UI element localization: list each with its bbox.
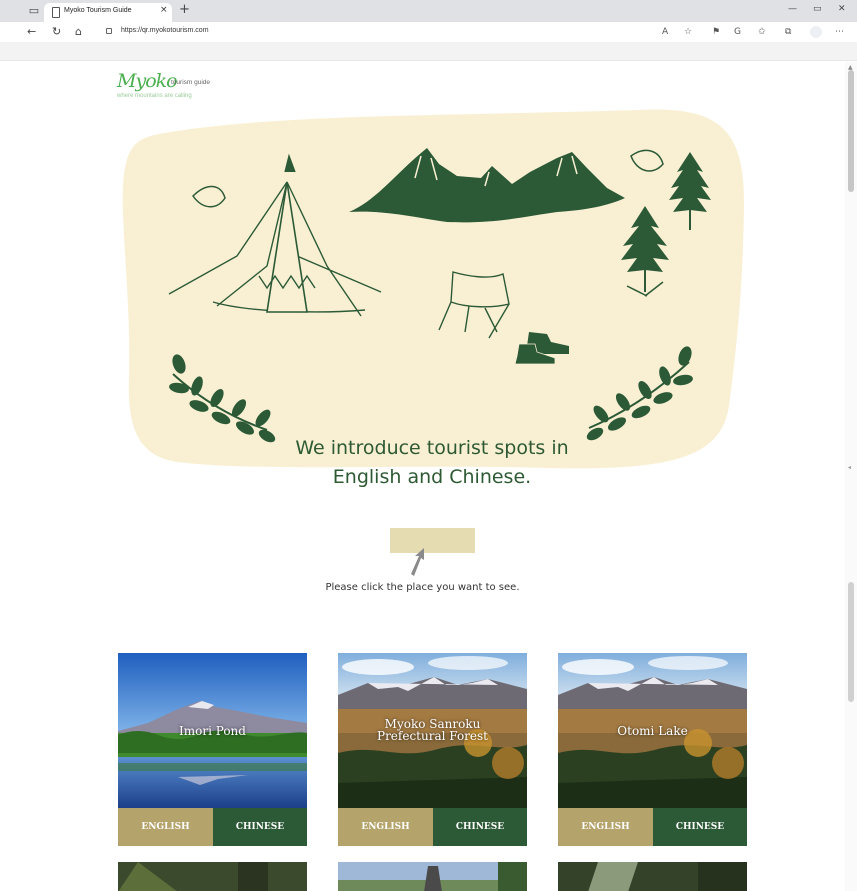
flag-icon[interactable]: ⚑	[712, 26, 720, 38]
profile-avatar[interactable]	[810, 26, 822, 38]
read-aloud-icon[interactable]: A	[662, 26, 668, 38]
scroll-thumb[interactable]	[848, 70, 854, 192]
restore-button[interactable]: ▭	[813, 4, 822, 14]
more-options-icon[interactable]: ⋯	[835, 26, 844, 38]
spot-card-row2-1[interactable]	[118, 862, 307, 891]
spot-card-row2-2[interactable]	[338, 862, 527, 891]
card-title-line: Imori Pond	[179, 724, 246, 738]
card-title-line: Otomi Lake	[617, 724, 688, 738]
english-button[interactable]: ENGLISH	[558, 808, 653, 846]
instruction-text: Please click the place you want to see.	[325, 582, 520, 593]
g-extension-icon[interactable]: G	[734, 26, 741, 38]
hero-headline: We introduce tourist spots in English an…	[117, 434, 747, 492]
site-logo[interactable]: Myoko tourism guide where mountains are …	[117, 70, 237, 100]
tab-title: Myoko Tourism Guide	[64, 7, 132, 14]
home-icon[interactable]: ⌂	[75, 25, 82, 39]
favorites-bar	[0, 42, 857, 61]
tab-bar: ▭ Myoko Tourism Guide × + — ▭ ✕	[0, 0, 857, 22]
chinese-button[interactable]: CHINESE	[653, 808, 747, 846]
spot-card-otomi-lake[interactable]: Otomi Lake ENGLISH CHINESE	[558, 653, 747, 846]
spot-card-myoko-sanroku[interactable]: Myoko Sanroku Prefectural Forest ENGLISH…	[338, 653, 527, 846]
scroll-marker-icon: ◂	[848, 464, 852, 471]
card-title: Otomi Lake	[558, 725, 747, 737]
collections-icon[interactable]: ⧉	[785, 26, 791, 38]
refresh-icon[interactable]: ↻	[52, 25, 61, 39]
pointer-arrow-icon	[411, 548, 424, 576]
logo-script: Myoko	[117, 70, 178, 92]
logo-motto: where mountains are calling	[117, 93, 192, 99]
card-image[interactable]: Otomi Lake	[558, 653, 747, 808]
new-tab-button[interactable]: +	[179, 2, 190, 18]
card-photo	[338, 862, 527, 891]
tab-myoko-tourism-guide[interactable]: Myoko Tourism Guide ×	[44, 3, 172, 22]
minimize-button[interactable]: —	[788, 4, 797, 14]
vertical-scrollbar[interactable]: ▲ ◂	[845, 62, 857, 891]
camping-illustration	[122, 109, 745, 469]
chinese-button[interactable]: CHINESE	[433, 808, 527, 846]
english-button[interactable]: ENGLISH	[338, 808, 433, 846]
card-title: Imori Pond	[118, 725, 307, 737]
click-indicator-box	[390, 528, 475, 553]
favorites-icon[interactable]: ✩	[758, 26, 766, 38]
hero-line-1: We introduce tourist spots in	[295, 437, 569, 459]
page-content: Myoko tourism guide where mountains are …	[0, 62, 845, 891]
close-window-button[interactable]: ✕	[838, 4, 846, 14]
url-input[interactable]: https://qr.myokotourism.com	[121, 27, 209, 34]
card-image[interactable]: Imori Pond	[118, 653, 307, 808]
card-title: Myoko Sanroku Prefectural Forest	[338, 718, 527, 742]
hero-line-2: English and Chinese.	[332, 466, 532, 488]
card-photo	[558, 862, 747, 891]
card-title-line: Prefectural Forest	[377, 729, 488, 743]
spot-card-imori-pond[interactable]: Imori Pond ENGLISH CHINESE	[118, 653, 307, 846]
page-icon	[52, 7, 60, 18]
english-button[interactable]: ENGLISH	[118, 808, 213, 846]
logo-tagline: tourism guide	[171, 79, 211, 86]
hero-illustration: We introduce tourist spots in English an…	[117, 106, 747, 488]
close-tab-icon[interactable]: ×	[160, 5, 168, 15]
lock-icon[interactable]	[106, 28, 112, 34]
tab-actions-icon[interactable]: ▭	[26, 3, 42, 19]
favorite-star-icon[interactable]: ☆	[684, 26, 692, 38]
spot-card-row2-3[interactable]	[558, 862, 747, 891]
address-bar: ← ↻ ⌂ https://qr.myokotourism.com A ☆ ⚑ …	[0, 22, 857, 42]
scroll-track-highlight	[848, 582, 854, 702]
card-image[interactable]: Myoko Sanroku Prefectural Forest	[338, 653, 527, 808]
back-icon[interactable]: ←	[27, 25, 36, 39]
card-photo	[118, 862, 307, 891]
chinese-button[interactable]: CHINESE	[213, 808, 307, 846]
